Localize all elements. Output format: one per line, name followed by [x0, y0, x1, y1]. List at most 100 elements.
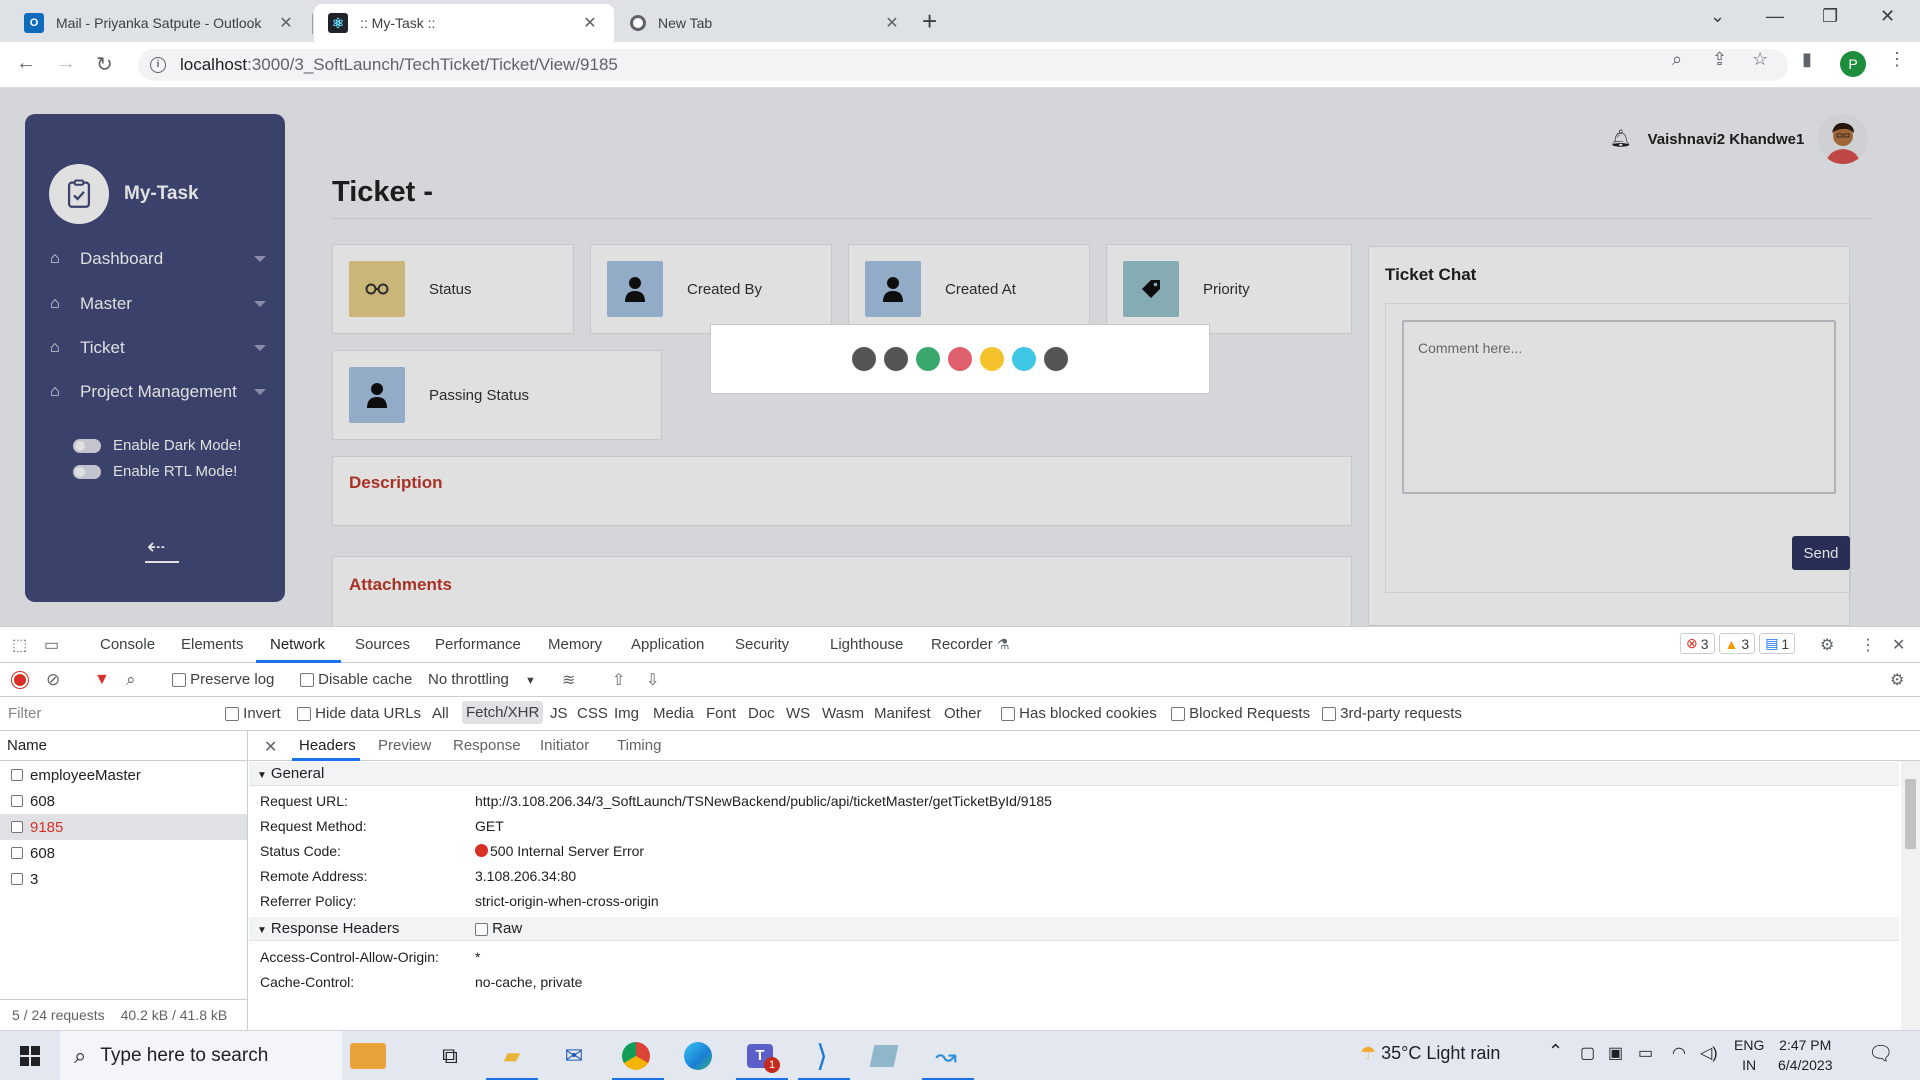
filter-wasm[interactable]: Wasm [822, 705, 864, 722]
inspect-element-icon[interactable]: ⬚ [12, 635, 27, 655]
battery-icon[interactable]: ▭ [1638, 1043, 1653, 1063]
network-settings-icon[interactable]: ⚙ [1890, 670, 1904, 690]
reload-button[interactable]: ↻ [96, 52, 113, 77]
new-tab-button[interactable]: + [922, 6, 937, 36]
close-window-button[interactable]: ✕ [1880, 6, 1895, 27]
search-icon[interactable]: ⌕ [126, 670, 136, 690]
response-headers-section-header[interactable]: ▼ Response Headers Raw [249, 917, 1899, 941]
tab-timing[interactable]: Timing [617, 737, 661, 754]
tab-network[interactable]: Network [270, 636, 325, 653]
side-panel-icon[interactable]: ▮ [1802, 49, 1812, 70]
clock[interactable]: 2:47 PM 6/4/2023 [1778, 1035, 1833, 1075]
close-details-icon[interactable]: ✕ [264, 737, 277, 757]
weather-widget[interactable]: ☂ 35°C Light rain [1360, 1043, 1500, 1064]
issue-badges[interactable]: ⊗ 3 ▲ 3 ▤ 1 [1680, 633, 1799, 654]
tab-lighthouse[interactable]: Lighthouse [830, 636, 903, 653]
app-window-icon[interactable] [866, 1039, 902, 1073]
close-devtools-icon[interactable]: ✕ [1892, 635, 1905, 655]
restore-button[interactable]: ❐ [1822, 6, 1838, 27]
tab-memory[interactable]: Memory [548, 636, 602, 653]
blocked-requests-checkbox[interactable]: Blocked Requests [1171, 705, 1310, 722]
request-row[interactable]: 3 [0, 866, 247, 892]
general-section-header[interactable]: ▼ General [249, 762, 1899, 786]
forward-button[interactable]: → [56, 52, 76, 75]
tab-recorder[interactable]: Recorder [931, 636, 993, 653]
filter-css[interactable]: CSS [577, 705, 608, 722]
has-blocked-cookies-checkbox[interactable]: Has blocked cookies [1001, 705, 1157, 722]
filter-all[interactable]: All [432, 705, 449, 722]
chrome-menu-icon[interactable]: ⋮ [1888, 49, 1906, 70]
bookmark-star-icon[interactable]: ☆ [1752, 49, 1768, 70]
back-button[interactable]: ← [16, 52, 36, 75]
request-row-selected[interactable]: 9185 [0, 814, 247, 840]
filter-ws[interactable]: WS [786, 705, 810, 722]
filter-media[interactable]: Media [653, 705, 694, 722]
teams-icon[interactable]: T1 [742, 1039, 780, 1073]
windows-start-icon[interactable] [12, 1039, 48, 1073]
preserve-log-checkbox[interactable]: Preserve log [172, 671, 274, 688]
site-info-icon[interactable]: i [150, 57, 166, 73]
tab-console[interactable]: Console [100, 636, 155, 653]
export-har-icon[interactable]: ⇩ [646, 670, 659, 690]
edge-icon[interactable] [680, 1039, 716, 1073]
filter-fetch-xhr[interactable]: Fetch/XHR [462, 701, 544, 724]
record-button[interactable] [12, 671, 28, 688]
filter-img[interactable]: Img [614, 705, 639, 722]
network-conditions-icon[interactable]: ≋ [562, 670, 575, 690]
file-explorer-icon[interactable]: ▰ [494, 1039, 530, 1073]
wifi-icon[interactable]: ◠ [1672, 1043, 1686, 1063]
tab-headers[interactable]: Headers [299, 737, 356, 754]
request-row[interactable]: employeeMaster [0, 762, 247, 788]
mail-icon[interactable]: ✉ [556, 1039, 592, 1073]
tab-security[interactable]: Security [735, 636, 789, 653]
third-party-requests-checkbox[interactable]: 3rd-party requests [1322, 705, 1462, 722]
mysql-workbench-icon[interactable]: ↝ [928, 1039, 964, 1073]
close-icon[interactable]: ✕ [882, 13, 902, 33]
browser-tab-mytask[interactable]: ⚛ :: My-Task :: ✕ [314, 4, 614, 42]
invert-checkbox[interactable]: Invert [225, 705, 281, 722]
zoom-icon[interactable]: ⌕ [1672, 49, 1682, 70]
filter-input[interactable]: Filter [8, 705, 41, 722]
language-indicator[interactable]: ENG IN [1734, 1035, 1764, 1075]
taskbar-search[interactable]: ⌕ Type here to search [60, 1031, 342, 1080]
tab-elements[interactable]: Elements [181, 636, 244, 653]
throttling-select[interactable]: No throttling ▼ [428, 671, 536, 688]
more-options-icon[interactable]: ⋮ [1860, 635, 1876, 655]
device-toolbar-icon[interactable]: ▭ [44, 635, 59, 655]
address-bar[interactable]: i localhost:3000/3_SoftLaunch/TechTicket… [138, 49, 1788, 81]
message-badge[interactable]: ▤ 1 [1759, 633, 1796, 654]
vscode-icon[interactable]: ⟩ [804, 1039, 840, 1073]
browser-tab-outlook[interactable]: O Mail - Priyanka Satpute - Outlook ✕ [10, 4, 310, 42]
request-row[interactable]: 608 [0, 840, 247, 866]
filter-icon[interactable]: ▼ [94, 671, 110, 689]
tab-preview[interactable]: Preview [378, 737, 431, 754]
import-har-icon[interactable]: ⇧ [612, 670, 625, 690]
raw-checkbox[interactable]: Raw [475, 917, 522, 941]
notification-center-icon[interactable]: 🗨︎ [1868, 1041, 1893, 1066]
volume-icon[interactable]: ◁) [1700, 1043, 1718, 1063]
profile-avatar[interactable]: P [1840, 51, 1866, 77]
chrome-icon[interactable] [618, 1039, 654, 1073]
tab-performance[interactable]: Performance [435, 636, 521, 653]
name-column-header[interactable]: Name [0, 731, 248, 761]
tray-app-icon[interactable]: ▣ [1608, 1043, 1623, 1063]
scroll-thumb[interactable] [1905, 779, 1916, 849]
filter-font[interactable]: Font [706, 705, 736, 722]
tray-device-icon[interactable]: ▢ [1580, 1043, 1595, 1063]
tab-search-chevron-icon[interactable]: ⌄ [1710, 6, 1725, 27]
hide-data-urls-checkbox[interactable]: Hide data URLs [297, 705, 421, 722]
tab-application[interactable]: Application [631, 636, 704, 653]
task-view-icon[interactable]: ⧉ [432, 1039, 468, 1073]
tab-response[interactable]: Response [453, 737, 521, 754]
show-hidden-icons-chevron-icon[interactable]: ⌃ [1548, 1041, 1563, 1062]
tab-initiator[interactable]: Initiator [540, 737, 589, 754]
close-icon[interactable]: ✕ [276, 13, 296, 33]
filter-js[interactable]: JS [550, 705, 568, 722]
details-scrollbar[interactable] [1901, 761, 1920, 1031]
tab-sources[interactable]: Sources [355, 636, 410, 653]
close-icon[interactable]: ✕ [580, 13, 600, 33]
settings-gear-icon[interactable]: ⚙ [1820, 635, 1834, 655]
browser-tab-newtab[interactable]: New Tab ✕ [616, 4, 916, 42]
minimize-button[interactable]: — [1766, 6, 1784, 27]
disable-cache-checkbox[interactable]: Disable cache [300, 671, 412, 688]
